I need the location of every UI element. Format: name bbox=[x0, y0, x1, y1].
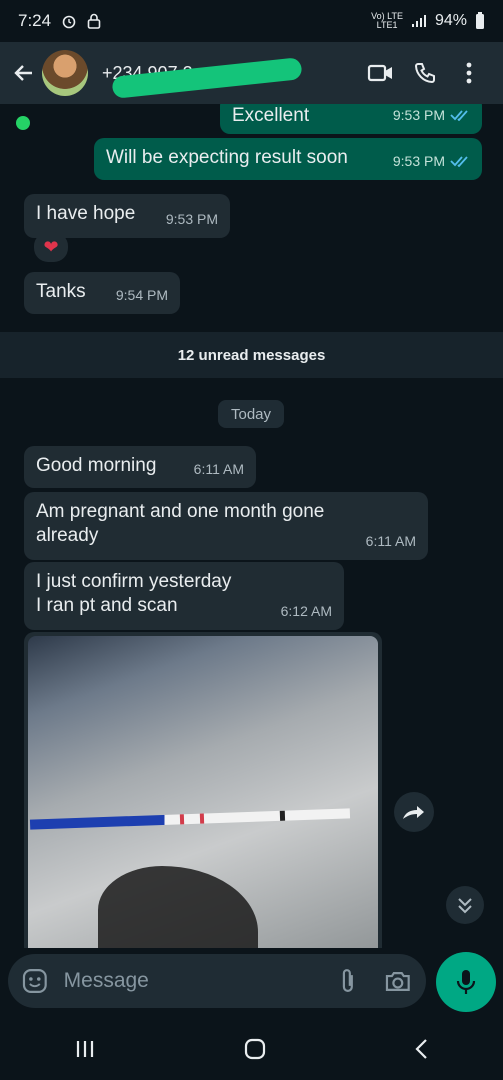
date-separator: Today bbox=[218, 400, 284, 428]
voice-call-button[interactable] bbox=[403, 61, 447, 85]
status-bar: 7:24 Vo) LTE LTE1 94% bbox=[0, 0, 503, 42]
more-vert-icon bbox=[466, 62, 472, 84]
double-check-icon bbox=[450, 156, 468, 167]
lock-icon bbox=[87, 13, 101, 29]
double-check-icon bbox=[450, 110, 468, 121]
forward-button[interactable] bbox=[394, 792, 434, 832]
message-bubble[interactable]: Excellent 9:53 PM bbox=[220, 104, 482, 134]
video-call-icon bbox=[367, 64, 392, 82]
avatar[interactable] bbox=[42, 50, 88, 96]
message-time: 9:53 PM bbox=[393, 104, 470, 127]
message-time: 9:53 PM bbox=[165, 211, 218, 227]
alarm-icon bbox=[62, 15, 76, 29]
message-time: 6:11 AM bbox=[365, 533, 416, 549]
system-nav-bar bbox=[0, 1018, 503, 1080]
message-text: Will be expecting result soon bbox=[106, 147, 348, 168]
message-text: Tanks bbox=[36, 281, 86, 302]
forward-icon bbox=[403, 806, 424, 819]
message-time: 9:54 PM bbox=[115, 287, 168, 303]
chat-header: +234 907 2 bbox=[0, 42, 503, 104]
heart-icon: ❤ bbox=[43, 236, 59, 257]
battery-percent: 94% bbox=[434, 12, 467, 29]
message-time: 6:12 AM bbox=[280, 603, 332, 619]
double-chevron-down-icon bbox=[458, 898, 472, 914]
message-text: Am pregnant and one month gone bbox=[36, 501, 325, 522]
message-input[interactable] bbox=[61, 968, 337, 994]
recent-apps-icon[interactable] bbox=[74, 1039, 96, 1059]
back-nav-icon[interactable] bbox=[414, 1038, 430, 1060]
video-call-button[interactable] bbox=[359, 62, 403, 84]
voice-message-button[interactable] bbox=[436, 952, 496, 1012]
message-text: already bbox=[36, 525, 99, 546]
message-time: 9:53 PM bbox=[393, 149, 470, 173]
message-text: Good morning bbox=[36, 455, 157, 476]
more-options-button[interactable] bbox=[447, 62, 491, 84]
phone-icon bbox=[414, 63, 435, 84]
online-indicator bbox=[16, 116, 30, 130]
image-message[interactable] bbox=[24, 632, 382, 948]
message-bubble[interactable]: I just confirm yesterday I ran pt and sc… bbox=[24, 562, 344, 630]
network-indicator: Vo) LTE LTE1 bbox=[371, 11, 403, 30]
chat-area[interactable]: Excellent 9:53 PM Will be expecting resu… bbox=[0, 104, 503, 948]
home-icon[interactable] bbox=[243, 1037, 267, 1061]
heart-reaction[interactable]: ❤ bbox=[34, 232, 68, 262]
back-arrow-icon[interactable] bbox=[12, 61, 36, 85]
battery-icon bbox=[476, 12, 484, 29]
emoji-icon[interactable] bbox=[22, 968, 48, 994]
signal-icon bbox=[411, 15, 426, 27]
camera-icon[interactable] bbox=[384, 969, 412, 993]
message-text: I have hope bbox=[36, 203, 136, 224]
test-strip bbox=[29, 808, 351, 830]
message-bubble[interactable]: Will be expecting result soon 9:53 PM bbox=[94, 138, 482, 180]
attach-icon[interactable] bbox=[337, 967, 359, 995]
unread-banner: 12 unread messages bbox=[0, 332, 503, 378]
pregnancy-test-photo[interactable] bbox=[28, 636, 378, 948]
message-bubble[interactable]: Am pregnant and one month gone already 6… bbox=[24, 492, 428, 560]
composer bbox=[0, 948, 503, 1018]
microphone-icon bbox=[456, 970, 476, 994]
message-bubble[interactable]: Good morning 6:11 AM bbox=[24, 446, 256, 488]
message-bubble[interactable]: Tanks 9:54 PM bbox=[24, 272, 180, 314]
message-text: I just confirm yesterday bbox=[36, 571, 232, 592]
contact-name[interactable]: +234 907 2 bbox=[102, 56, 303, 99]
message-field[interactable] bbox=[8, 954, 426, 1008]
message-text: Excellent bbox=[232, 105, 310, 126]
message-time: 6:11 AM bbox=[193, 461, 244, 477]
scroll-to-bottom-button[interactable] bbox=[446, 886, 484, 924]
status-time: 7:24 bbox=[18, 11, 52, 30]
